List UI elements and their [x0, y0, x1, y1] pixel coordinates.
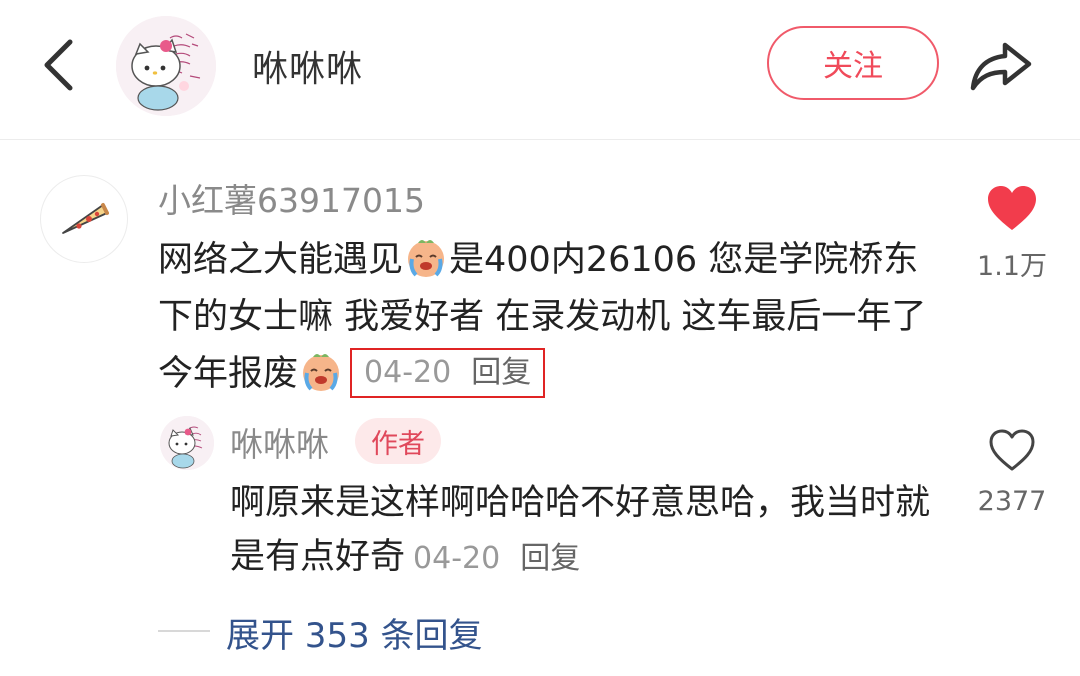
pizza-icon — [62, 203, 109, 234]
reply-text-body: 啊原来是这样啊哈哈哈不好意思哈，我当时就是有点好奇 — [230, 483, 931, 577]
reply-like-count: 2377 — [977, 486, 1047, 517]
comment-like-count: 1.1万 — [977, 251, 1047, 282]
back-button[interactable] — [36, 36, 80, 94]
crying-emoji-icon — [408, 240, 445, 277]
expand-divider-line — [158, 630, 210, 632]
heart-filled-icon — [988, 186, 1036, 230]
commenter-username[interactable]: 小红薯63917015 — [158, 174, 425, 222]
reply-username[interactable]: 咻咻咻 — [230, 418, 329, 466]
reply-meta: 04-20 回复 — [413, 541, 580, 576]
heart-outline-icon — [989, 429, 1035, 471]
reply-author-avatar[interactable] — [160, 416, 214, 470]
reply-date: 04-20 — [413, 541, 501, 576]
chevron-left-icon — [44, 39, 73, 91]
header-divider — [0, 139, 1080, 140]
share-button[interactable] — [966, 36, 1036, 96]
hello-kitty-avatar-image — [116, 16, 216, 116]
top-bar: 咻咻咻 关注 — [0, 0, 1080, 140]
hello-kitty-avatar-image — [160, 416, 214, 470]
author-name[interactable]: 咻咻咻 — [252, 40, 363, 92]
crying-emoji-icon — [303, 354, 340, 391]
reply-reply-button[interactable]: 回复 — [520, 541, 580, 576]
comment-text: 网络之大能遇见 是400内26106 您是学院桥东下的女士嘛 我爱好者 在录发动… — [158, 232, 938, 403]
reply-like-button[interactable] — [988, 428, 1036, 472]
comment-date: 04-20 — [364, 355, 452, 390]
follow-button[interactable]: 关注 — [767, 26, 939, 100]
comment-reply-button[interactable]: 回复 — [471, 355, 531, 390]
author-avatar[interactable] — [116, 16, 216, 116]
commenter-avatar[interactable] — [40, 175, 128, 263]
reply-text: 啊原来是这样啊哈哈哈不好意思哈，我当时就是有点好奇 04-20 回复 — [230, 476, 950, 586]
comment-meta-highlight: 04-20 回复 — [350, 348, 546, 398]
expand-replies-button[interactable]: 展开 353 条回复 — [226, 608, 483, 657]
comment-like-button[interactable] — [986, 184, 1038, 232]
author-badge: 作者 — [355, 418, 441, 464]
comment-text-part1: 网络之大能遇见 — [158, 240, 404, 280]
share-arrow-icon — [970, 42, 1032, 91]
